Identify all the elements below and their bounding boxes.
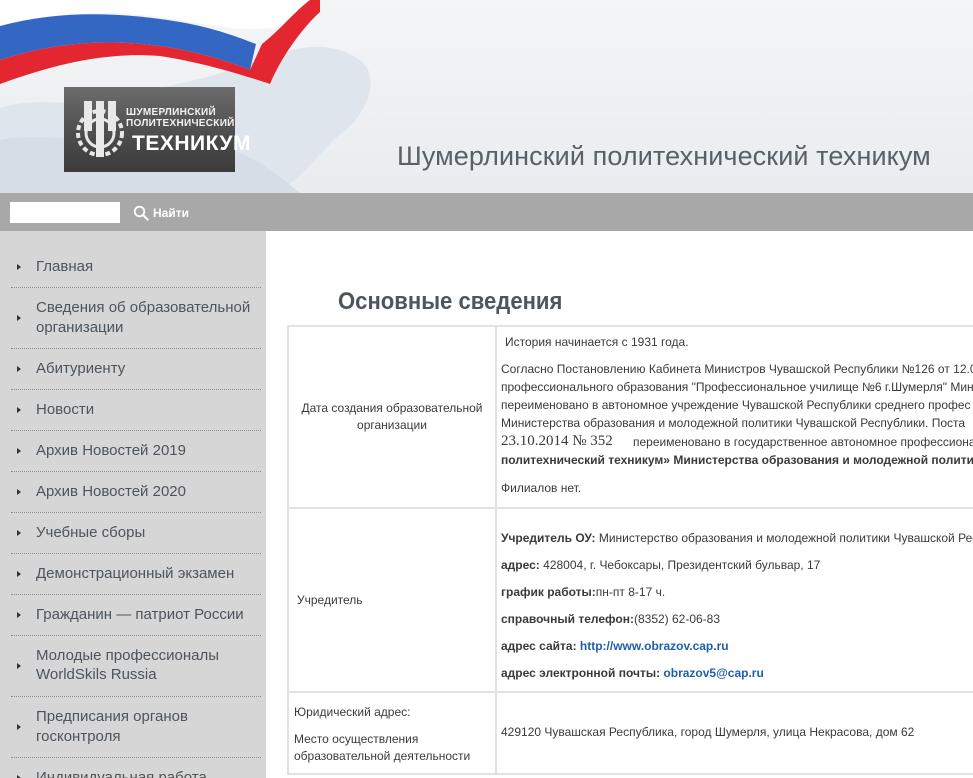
search-icon: [133, 205, 149, 221]
value-cell: История начинается с 1931 года. Согласно…: [495, 325, 973, 509]
arrow-right-icon: [17, 724, 21, 730]
legal-address-value: 429120 Чувашская Республика, город Шумер…: [501, 725, 915, 739]
site-title: Шумерлинский политехнический техникум: [397, 141, 931, 171]
sidebar-item-news-archive-2019[interactable]: Архив Новостей 2019: [11, 431, 261, 472]
label-cell: Учредитель: [287, 507, 497, 693]
sidebar-item-state-control[interactable]: Предписания органов госконтроля: [11, 697, 261, 758]
sidebar-item-applicants[interactable]: Абитуриенту: [11, 349, 261, 390]
value-cell: 429120 Чувашская Республика, город Шумер…: [495, 691, 973, 775]
sidebar-item-label: Архив Новостей 2020: [36, 483, 186, 500]
sidebar-item-label: Сведения об образовательной: [36, 299, 251, 316]
sidebar-item-label: Молодые профессионалы: [36, 647, 220, 664]
decree-date: 23.10.2014 № 352: [501, 433, 613, 449]
founder-line: Учредитель ОУ: Министерство образования …: [501, 531, 973, 545]
legal-address-label: Юридический адрес:: [294, 705, 411, 719]
sidebar-item-patriot[interactable]: Гражданин — патриот России: [11, 595, 261, 636]
sidebar-item-label: Гражданин — патриот России: [36, 606, 244, 623]
search-bar: Найти: [0, 193, 973, 231]
sidebar-item-about-organization[interactable]: Сведения об образовательной организации: [11, 288, 261, 349]
sidebar-item-label: Главная: [36, 258, 94, 275]
sidebar-item-worldskills[interactable]: Молодые профессионалы WorldSkils Russia: [11, 636, 261, 697]
search-input[interactable]: [10, 202, 120, 223]
sidebar-item-demo-exam[interactable]: Демонстрационный экзамен: [11, 554, 261, 595]
sidebar-item-label: организации: [36, 319, 124, 336]
search-button[interactable]: Найти: [133, 203, 189, 223]
sidebar-item-home[interactable]: Главная: [11, 247, 261, 288]
site-header: ШУМЕРЛИНСКИЙ ПОЛИТЕХНИЧЕСКИЙ ТЕХНИКУМ Шу…: [0, 0, 973, 193]
website: адрес сайта: http://www.obrazov.cap.ru: [501, 639, 729, 653]
table-row: Юридический адрес: Место осуществления о…: [287, 691, 973, 775]
search-button-label: Найти: [153, 206, 189, 220]
logo-line2: ПОЛИТЕХНИЧЕСКИЙ: [126, 118, 235, 129]
sidebar-item-news[interactable]: Новости: [11, 390, 261, 431]
sidebar-item-individual-work[interactable]: Индивидуальная работа: [11, 758, 261, 778]
value-cell: Учредитель ОУ: Министерство образования …: [495, 507, 973, 693]
arrow-right-icon: [17, 489, 21, 495]
arrow-right-icon: [17, 530, 21, 536]
arrow-right-icon: [17, 448, 21, 454]
sidebar-item-news-archive-2020[interactable]: Архив Новостей 2020: [11, 472, 261, 513]
place-label: Место осуществления: [294, 732, 419, 746]
history-line: профессионального образования "Профессио…: [501, 380, 973, 394]
branches-text: Филиалов нет.: [501, 481, 582, 495]
place-label: образовательной деятельности: [294, 749, 471, 763]
website-link[interactable]: http://www.obrazov.cap.ru: [580, 639, 729, 653]
arrow-right-icon: [17, 407, 21, 413]
info-table: Дата создания образовательной организаци…: [287, 325, 973, 775]
page-title: Основные сведения: [338, 288, 563, 315]
address-labels: Юридический адрес: Место осуществления о…: [289, 693, 495, 765]
founder-address: адрес: 428004, г. Чебоксары, Президентск…: [501, 558, 821, 572]
label-cell: Дата создания образовательной организаци…: [287, 325, 497, 509]
label-cell: Юридический адрес: Место осуществления о…: [287, 691, 497, 775]
sidebar-item-label: WorldSkils Russia: [36, 666, 157, 683]
founder-label: Учредитель: [297, 593, 363, 607]
sidebar-item-label: Демонстрационный экзамен: [36, 565, 235, 582]
sidebar-nav: Главная Сведения об образовательной орга…: [0, 231, 266, 778]
history-line: переименовано в государственное автономн…: [633, 435, 973, 449]
email-link[interactable]: obrazov5@cap.ru: [663, 666, 763, 680]
history-line: политехнический техникум» Министерства о…: [501, 453, 973, 467]
sidebar-item-training-camps[interactable]: Учебные сборы: [11, 513, 261, 554]
college-logo[interactable]: ШУМЕРЛИНСКИЙ ПОЛИТЕХНИЧЕСКИЙ ТЕХНИКУМ: [64, 87, 251, 172]
email: адрес электронной почты: obrazov5@cap.ru: [501, 666, 764, 680]
history-line: Согласно Постановлению Кабинета Министро…: [501, 362, 973, 376]
arrow-right-icon: [17, 315, 21, 321]
arrow-right-icon: [17, 663, 21, 669]
arrow-right-icon: [17, 571, 21, 577]
table-row: Учредитель Учредитель ОУ: Министерство о…: [287, 507, 973, 693]
phone: справочный телефон:(8352) 62-06-83: [501, 612, 721, 626]
sidebar-item-label: Индивидуальная работа: [36, 769, 207, 778]
history-line: переименовано в автономное учреждение Чу…: [501, 398, 971, 412]
arrow-right-icon: [17, 264, 21, 270]
arrow-right-icon: [17, 366, 21, 372]
history-text: История начинается с 1931 года.: [505, 335, 689, 349]
gear-emblem-icon: [76, 101, 124, 157]
table-row: Дата создания образовательной организаци…: [287, 325, 973, 509]
history-line: Министерства образования и молодежной по…: [501, 416, 966, 430]
sidebar-item-label: Абитуриенту: [36, 360, 126, 377]
logo-line3: ТЕХНИКУМ: [132, 132, 251, 155]
sidebar-item-label: госконтроля: [36, 728, 121, 745]
sidebar-item-label: Архив Новостей 2019: [36, 442, 186, 459]
logo-line1: ШУМЕРЛИНСКИЙ: [126, 107, 217, 118]
work-hours: график работы:пн-пт 8-17 ч.: [501, 585, 666, 599]
sidebar-item-label: Новости: [36, 401, 95, 418]
sidebar-item-label: Предписания органов: [36, 708, 188, 725]
creation-date-label: Дата создания образовательной организаци…: [301, 401, 483, 432]
arrow-right-icon: [17, 612, 21, 618]
sidebar-item-label: Учебные сборы: [36, 524, 146, 541]
